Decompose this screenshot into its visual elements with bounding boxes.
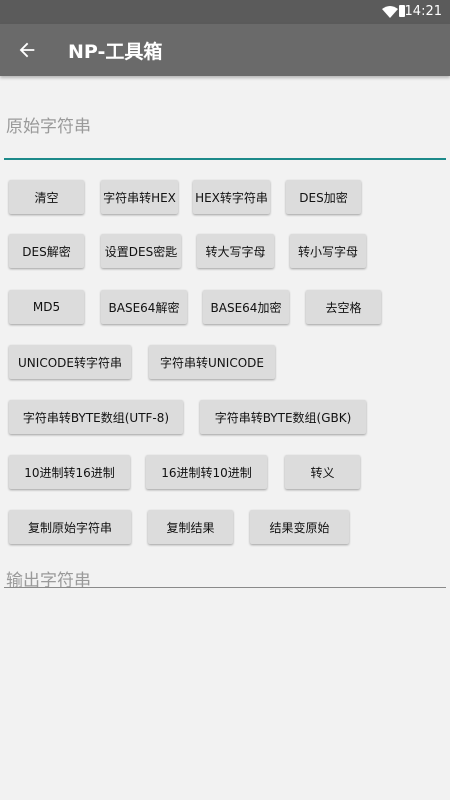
app-title: NP-工具箱	[68, 41, 163, 63]
dec-to-hex-button[interactable]: 10进制转16进制	[9, 455, 130, 489]
status-time: 14:21	[404, 4, 442, 19]
status-bar: 14:21	[0, 0, 450, 24]
to-lower-button[interactable]: 转小写字母	[290, 234, 366, 268]
copy-original-button[interactable]: 复制原始字符串	[9, 510, 131, 544]
result-to-original-button[interactable]: 结果变原始	[250, 510, 349, 544]
hex-to-dec-button[interactable]: 16进制转10进制	[146, 455, 267, 489]
des-encrypt-button[interactable]: DES加密	[286, 180, 361, 214]
base64-encode-button[interactable]: BASE64加密	[203, 290, 289, 324]
output-underline	[4, 587, 446, 588]
hex-to-str-button[interactable]: HEX转字符串	[193, 180, 270, 214]
set-des-key-button[interactable]: 设置DES密匙	[101, 234, 181, 268]
md5-button[interactable]: MD5	[9, 290, 84, 324]
app-bar: NP-工具箱	[0, 24, 450, 76]
to-upper-button[interactable]: 转大写字母	[197, 234, 274, 268]
str-to-byte-utf8-button[interactable]: 字符串转BYTE数组(UTF-8)	[9, 400, 183, 434]
copy-result-button[interactable]: 复制结果	[148, 510, 233, 544]
trim-spaces-button[interactable]: 去空格	[306, 290, 381, 324]
back-arrow-icon[interactable]	[16, 39, 38, 61]
unicode-to-str-button[interactable]: UNICODE转字符串	[9, 345, 131, 379]
str-to-unicode-button[interactable]: 字符串转UNICODE	[149, 345, 275, 379]
wifi-icon	[382, 6, 398, 18]
input-underline	[4, 158, 446, 160]
original-string-input[interactable]: 原始字符串	[6, 112, 91, 137]
escape-button[interactable]: 转义	[285, 455, 360, 489]
des-decrypt-button[interactable]: DES解密	[9, 234, 84, 268]
clear-button[interactable]: 清空	[9, 180, 84, 214]
str-to-hex-button[interactable]: 字符串转HEX	[101, 180, 178, 214]
base64-decode-button[interactable]: BASE64解密	[101, 290, 187, 324]
str-to-byte-gbk-button[interactable]: 字符串转BYTE数组(GBK)	[200, 400, 366, 434]
